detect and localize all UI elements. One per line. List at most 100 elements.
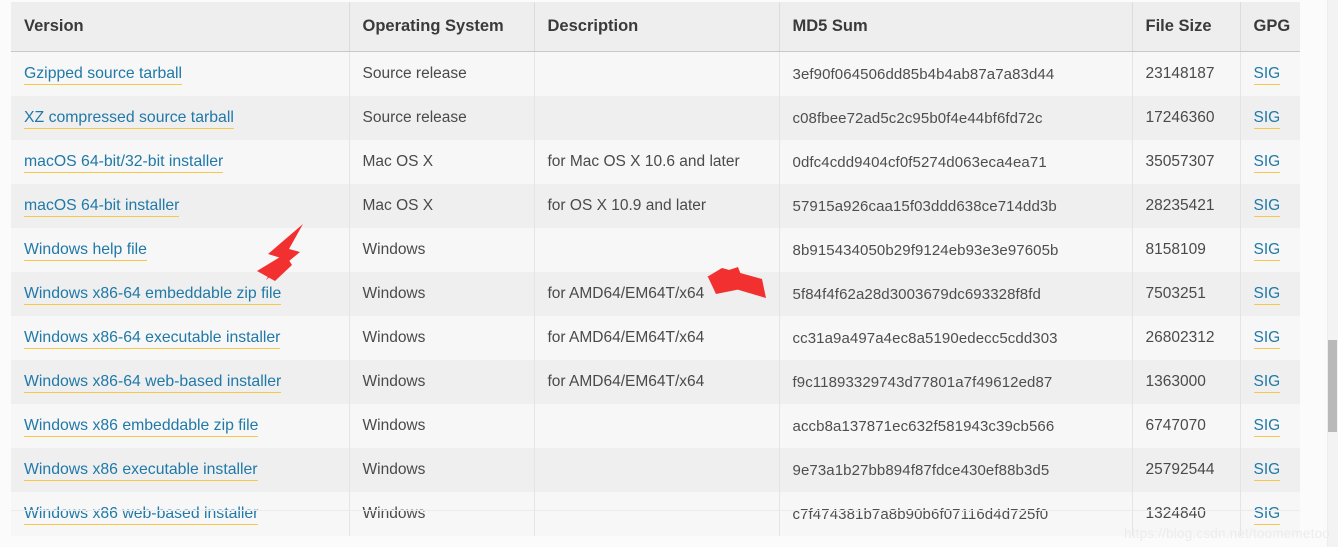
page-scrollbar-track[interactable] <box>1327 0 1338 547</box>
cell-file-size: 17246360 <box>1132 96 1241 140</box>
cell-operating-system: Windows <box>349 360 535 404</box>
cell-description: for AMD64/EM64T/x64 <box>534 272 780 316</box>
sig-link[interactable]: SIG <box>1253 461 1281 481</box>
sig-link[interactable]: SIG <box>1253 153 1281 173</box>
page-canvas: Version Operating System Description MD5… <box>0 0 1338 547</box>
table-row: Windows x86 web-based installer Windows c7… <box>11 492 1300 536</box>
cell-gpg: SIG <box>1240 360 1300 404</box>
table-row: Windows x86-64 executable installer Windo… <box>11 316 1300 360</box>
table-row: macOS 64-bit/32-bit installer Mac OS Xfor… <box>11 140 1300 184</box>
cell-description <box>534 404 780 448</box>
download-link[interactable]: Gzipped source tarball <box>24 65 183 85</box>
cell-operating-system: Windows <box>349 228 535 272</box>
cell-version: Windows x86-64 web-based installer <box>11 360 350 404</box>
sig-link[interactable]: SIG <box>1253 285 1281 305</box>
table-body: Gzipped source tarball Source release 3ef9… <box>11 51 1300 536</box>
column-header-os[interactable]: Operating System <box>349 2 535 52</box>
cell-file-size: 6747070 <box>1132 404 1241 448</box>
cell-md5-sum: 9e73a1b27bb894f87fdce430ef88b3d5 <box>779 448 1133 492</box>
download-link[interactable]: Windows help file <box>24 241 147 261</box>
cell-description <box>534 96 780 140</box>
cell-version: macOS 64-bit installer <box>11 184 350 228</box>
cell-md5-sum: f9c11893329743d77801a7f49612ed87 <box>779 360 1133 404</box>
cell-description: for AMD64/EM64T/x64 <box>534 316 780 360</box>
sig-link[interactable]: SIG <box>1253 65 1281 85</box>
cell-md5-sum: 8b915434050b29f9124eb93e3e97605b <box>779 228 1133 272</box>
table-header: Version Operating System Description MD5… <box>11 2 1300 52</box>
cell-file-size: 28235421 <box>1132 184 1241 228</box>
cell-version: XZ compressed source tarball <box>11 96 350 140</box>
cell-gpg: SIG <box>1240 51 1300 96</box>
table-row: XZ compressed source tarball Source relea… <box>11 96 1300 140</box>
table-row: Windows x86 executable installer Windows 9… <box>11 448 1300 492</box>
cell-operating-system: Mac OS X <box>349 184 535 228</box>
sig-link[interactable]: SIG <box>1253 197 1281 217</box>
right-margin-band <box>1300 0 1327 547</box>
cell-md5-sum: 3ef90f064506dd85b4b4ab87a7a83d44 <box>779 51 1133 96</box>
cell-operating-system: Windows <box>349 492 535 536</box>
table-row: Windows x86-64 web-based installer Window… <box>11 360 1300 404</box>
table-header-row: Version Operating System Description MD5… <box>11 2 1300 52</box>
download-link[interactable]: Windows x86 embeddable zip file <box>24 417 259 437</box>
cell-gpg: SIG <box>1240 316 1300 360</box>
cell-md5-sum: 0dfc4cdd9404cf0f5274d063eca4ea71 <box>779 140 1133 184</box>
cell-description: for Mac OS X 10.6 and later <box>534 140 780 184</box>
cell-gpg: SIG <box>1240 404 1300 448</box>
download-link[interactable]: macOS 64-bit/32-bit installer <box>24 153 224 173</box>
cell-operating-system: Source release <box>349 96 535 140</box>
cell-file-size: 25792544 <box>1132 448 1241 492</box>
cell-version: macOS 64-bit/32-bit installer <box>11 140 350 184</box>
sig-link[interactable]: SIG <box>1253 417 1281 437</box>
cell-version: Windows x86 embeddable zip file <box>11 404 350 448</box>
cell-description: for OS X 10.9 and later <box>534 184 780 228</box>
cell-md5-sum: c08fbee72ad5c2c95b0f4e44bf6fd72c <box>779 96 1133 140</box>
cell-version: Gzipped source tarball <box>11 51 350 96</box>
downloads-table-container: Version Operating System Description MD5… <box>11 2 1300 536</box>
column-header-description[interactable]: Description <box>534 2 780 52</box>
cell-gpg: SIG <box>1240 96 1300 140</box>
cell-file-size: 7503251 <box>1132 272 1241 316</box>
watermark-text: https://blog.csdn.net/toomemetoo <box>1123 526 1330 541</box>
cell-version: Windows x86-64 executable installer <box>11 316 350 360</box>
cell-version: Windows help file <box>11 228 350 272</box>
cell-description <box>534 448 780 492</box>
cell-gpg: SIG <box>1240 272 1300 316</box>
cell-description: for AMD64/EM64T/x64 <box>534 360 780 404</box>
download-link[interactable]: Windows x86-64 embeddable zip file <box>24 285 282 305</box>
cell-file-size: 23148187 <box>1132 51 1241 96</box>
download-link[interactable]: Windows x86-64 executable installer <box>24 329 281 349</box>
cell-file-size: 26802312 <box>1132 316 1241 360</box>
download-link[interactable]: Windows x86 web-based installer <box>24 505 259 525</box>
column-header-gpg[interactable]: GPG <box>1240 2 1300 52</box>
cell-file-size: 1363000 <box>1132 360 1241 404</box>
table-bottom-edge <box>11 510 1300 511</box>
cell-version: Windows x86 web-based installer <box>11 492 350 536</box>
cell-gpg: SIG <box>1240 448 1300 492</box>
cell-operating-system: Windows <box>349 404 535 448</box>
cell-operating-system: Mac OS X <box>349 140 535 184</box>
table-row: Windows help file Windows 8b915434050b29f9… <box>11 228 1300 272</box>
download-link[interactable]: Windows x86-64 web-based installer <box>24 373 282 393</box>
sig-link[interactable]: SIG <box>1253 373 1281 393</box>
cell-operating-system: Windows <box>349 448 535 492</box>
sig-link[interactable]: SIG <box>1253 505 1281 525</box>
column-header-md5[interactable]: MD5 Sum <box>779 2 1133 52</box>
sig-link[interactable]: SIG <box>1253 109 1281 129</box>
column-header-version[interactable]: Version <box>11 2 350 52</box>
download-link[interactable]: macOS 64-bit installer <box>24 197 180 217</box>
sig-link[interactable]: SIG <box>1253 241 1281 261</box>
downloads-table: Version Operating System Description MD5… <box>11 2 1300 536</box>
cell-file-size: 35057307 <box>1132 140 1241 184</box>
page-scrollbar-thumb[interactable] <box>1328 340 1337 432</box>
download-link[interactable]: XZ compressed source tarball <box>24 109 234 129</box>
download-link[interactable]: Windows x86 executable installer <box>24 461 258 481</box>
cell-description <box>534 492 780 536</box>
table-row: Gzipped source tarball Source release 3ef9… <box>11 51 1300 96</box>
cell-description <box>534 51 780 96</box>
cell-md5-sum: accb8a137871ec632f581943c39cb566 <box>779 404 1133 448</box>
sig-link[interactable]: SIG <box>1253 329 1281 349</box>
table-row: macOS 64-bit installer Mac OS Xfor OS X 1… <box>11 184 1300 228</box>
table-row: Windows x86-64 embeddable zip file Window… <box>11 272 1300 316</box>
cell-operating-system: Source release <box>349 51 535 96</box>
column-header-filesize[interactable]: File Size <box>1132 2 1241 52</box>
